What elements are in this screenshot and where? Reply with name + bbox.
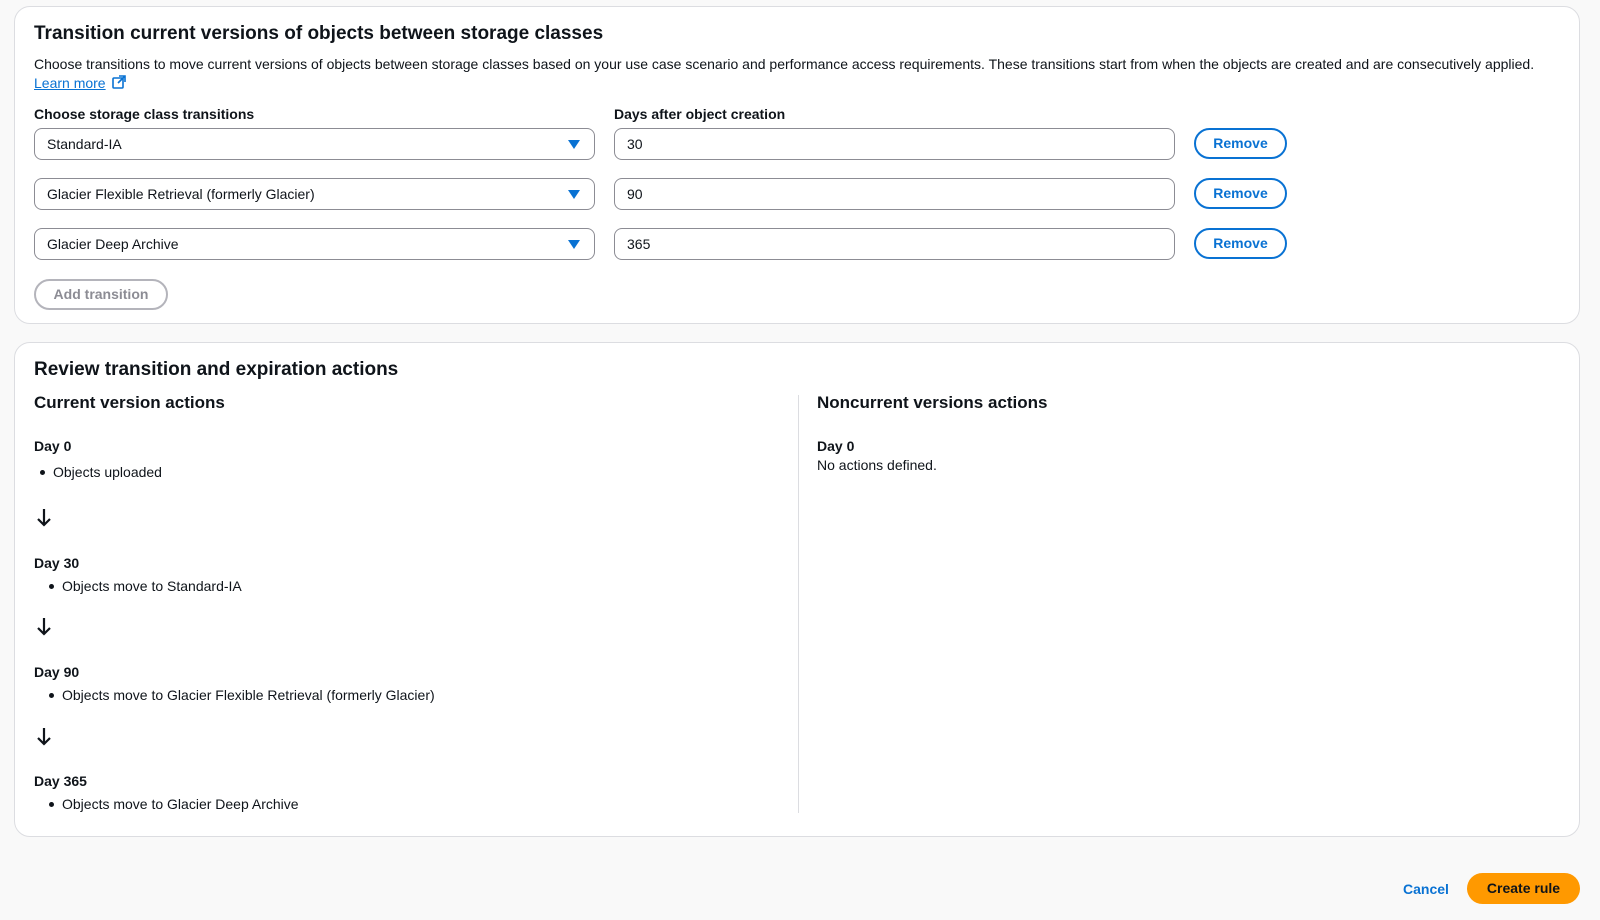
learn-more-link[interactable]: Learn more [34,75,106,91]
review-title: Review transition and expiration actions [34,359,399,380]
current-step-day: Day 30 [34,555,80,571]
description-text: Choose transitions to move current versi… [34,56,1535,72]
current-step-action: Objects move to Glacier Deep Archive [49,796,299,812]
current-step-day: Day 365 [34,773,87,789]
caret-down-icon [568,240,580,249]
current-step-action: Objects uploaded [40,464,162,480]
transitions-description: Choose transitions to move current versi… [34,55,1559,94]
days-input-3[interactable]: 365 [614,228,1175,260]
current-step-action: Objects move to Glacier Flexible Retriev… [49,687,435,703]
storage-class-value: Glacier Deep Archive [47,236,179,252]
current-version-heading: Current version actions [34,393,225,412]
noncurrent-versions-heading: Noncurrent versions actions [817,393,1048,412]
storage-class-label: Choose storage class transitions [34,106,255,122]
days-input-1[interactable]: 30 [614,128,1175,160]
current-step-action: Objects move to Standard-IA [49,578,242,594]
storage-class-value: Glacier Flexible Retrieval (formerly Gla… [47,186,315,202]
create-rule-button[interactable]: Create rule [1467,873,1580,904]
arrow-down-icon [37,509,51,527]
storage-class-select-2[interactable]: Glacier Flexible Retrieval (formerly Gla… [34,178,595,210]
noncurrent-day: Day 0 [817,438,855,454]
days-input-2[interactable]: 90 [614,178,1175,210]
remove-button-1[interactable]: Remove [1194,128,1287,159]
cancel-button[interactable]: Cancel [1403,881,1449,897]
days-value: 90 [627,186,643,202]
caret-down-icon [568,140,580,149]
column-divider [798,395,799,813]
arrow-down-icon [37,728,51,746]
remove-button-2[interactable]: Remove [1194,178,1287,209]
review-card: Review transition and expiration actions… [14,342,1580,837]
storage-class-select-1[interactable]: Standard-IA [34,128,595,160]
storage-class-value: Standard-IA [47,136,122,152]
days-value: 365 [627,236,651,252]
days-value: 30 [627,136,643,152]
external-link-icon [112,74,127,94]
add-transition-button[interactable]: Add transition [34,279,168,310]
arrow-down-icon [37,618,51,636]
storage-class-select-3[interactable]: Glacier Deep Archive [34,228,595,260]
days-label: Days after object creation [614,106,786,122]
transitions-title: Transition current versions of objects b… [34,23,604,44]
remove-button-3[interactable]: Remove [1194,228,1287,259]
current-step-day: Day 0 [34,438,72,454]
transitions-card: Transition current versions of objects b… [14,6,1580,324]
noncurrent-no-actions: No actions defined. [817,457,937,473]
caret-down-icon [568,190,580,199]
current-step-day: Day 90 [34,664,80,680]
